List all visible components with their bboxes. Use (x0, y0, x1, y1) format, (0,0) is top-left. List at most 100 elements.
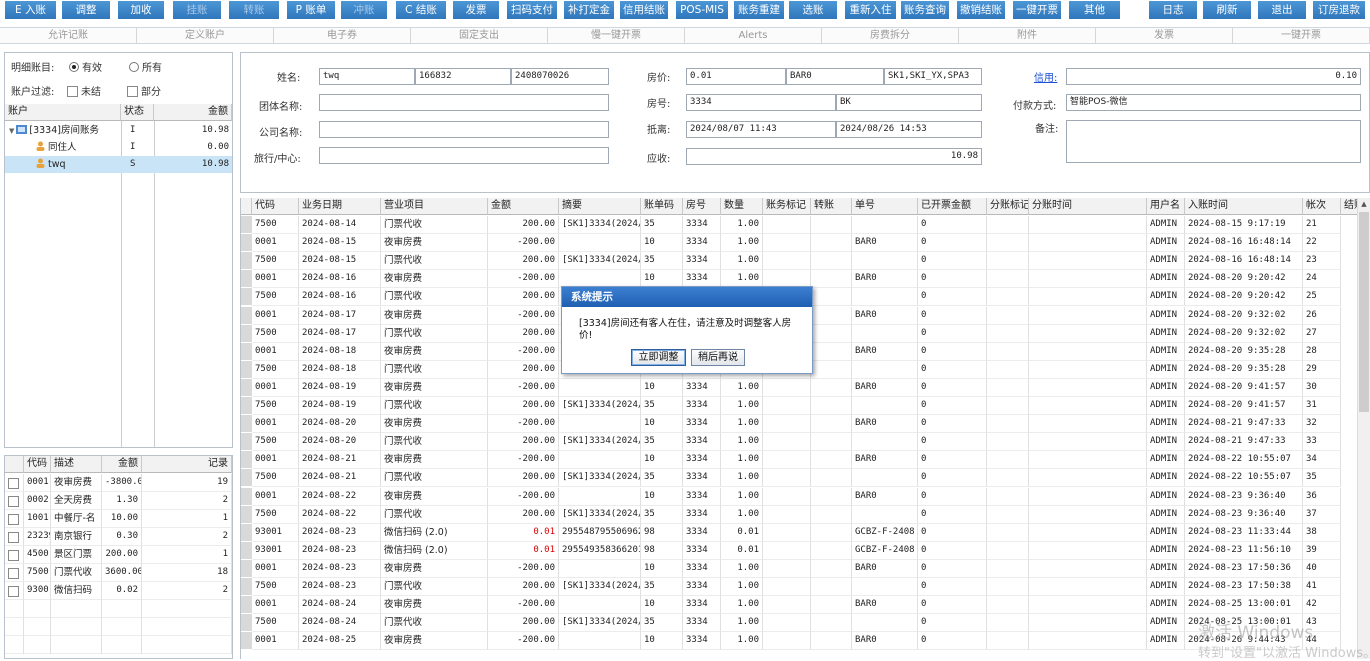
toolbar-button[interactable]: C 结账 (395, 0, 447, 20)
check-unsettled[interactable]: 未结 (67, 83, 101, 98)
tab-item[interactable]: 电子券 (274, 28, 411, 43)
row-selector[interactable] (241, 632, 252, 651)
row-selector[interactable] (241, 451, 252, 470)
row-selector[interactable] (241, 324, 252, 343)
toolbar-button[interactable]: 撤销结账 (956, 0, 1006, 20)
toolbar-button[interactable]: 订房退款 (1312, 0, 1366, 20)
grid-header[interactable]: 金额 (488, 198, 559, 215)
tab-item[interactable]: 允许记账 (0, 28, 137, 43)
toolbar-button[interactable]: 冲账 (340, 0, 388, 20)
grid-header[interactable]: 账单码 (641, 198, 683, 215)
row-checkbox[interactable] (5, 474, 24, 492)
toolbar-button[interactable]: 发票 (452, 0, 500, 20)
row-selector[interactable] (241, 578, 252, 596)
row-checkbox[interactable] (5, 582, 24, 600)
row-selector[interactable] (241, 559, 252, 578)
toolbar-button[interactable]: E 入账 (4, 0, 57, 20)
depart-field[interactable]: 2024/08/26 14:53 (836, 121, 982, 138)
name-field[interactable]: twq (319, 68, 415, 85)
tab-item[interactable]: Alerts (685, 28, 822, 43)
toolbar-button[interactable]: 扫码支付 (506, 0, 558, 20)
toolbar-button[interactable]: 重新入住 (844, 0, 897, 20)
row-selector[interactable] (241, 596, 252, 615)
later-button[interactable]: 稍后再说 (691, 349, 745, 366)
row-selector[interactable] (241, 487, 252, 506)
row-checkbox[interactable] (5, 564, 24, 582)
grid-header[interactable]: 房号 (683, 198, 721, 215)
toolbar-button[interactable]: 账务重建 (733, 0, 785, 20)
toolbar-button[interactable]: 账务查询 (900, 0, 950, 20)
toolbar-button[interactable]: 退出 (1257, 0, 1307, 20)
grid-header[interactable]: 转账 (811, 198, 852, 215)
adjust-now-button[interactable]: 立即调整 (631, 349, 686, 366)
row-selector[interactable] (241, 523, 252, 542)
grid-header[interactable]: 结账 (1341, 198, 1357, 215)
credit-link[interactable]: 信用: (1034, 69, 1057, 84)
account-tree-item[interactable]: 同住人 (5, 139, 121, 157)
row-checkbox[interactable] (5, 492, 24, 510)
scroll-thumb[interactable] (1359, 212, 1369, 412)
row-selector[interactable] (241, 360, 252, 379)
row-selector[interactable] (241, 614, 252, 633)
tab-item[interactable]: 附件 (959, 28, 1096, 43)
grid-header[interactable]: 帐次 (1303, 198, 1341, 215)
row-checkbox[interactable] (5, 510, 24, 528)
row-selector[interactable] (241, 252, 252, 271)
scroll-up-arrow-icon[interactable]: ▲ (1358, 198, 1370, 211)
tab-item[interactable]: 固定支出 (411, 28, 548, 43)
grid-header[interactable]: 分账标记 (987, 198, 1029, 215)
grid-header[interactable]: 数量 (721, 198, 763, 215)
row-selector[interactable] (241, 397, 252, 415)
row-selector[interactable] (241, 415, 252, 434)
row-checkbox[interactable] (5, 528, 24, 546)
row-selector[interactable] (241, 270, 252, 289)
row-selector[interactable] (241, 342, 252, 361)
toolbar-button[interactable]: 其他 (1068, 0, 1121, 20)
remark-field[interactable] (1066, 120, 1361, 163)
grid-header[interactable]: 入账时间 (1185, 198, 1303, 215)
row-checkbox[interactable] (5, 546, 24, 564)
expand-arrow-icon[interactable]: ▼ (9, 127, 14, 135)
toolbar-button[interactable]: 挂账 (172, 0, 222, 20)
toolbar-button[interactable]: P 账单 (286, 0, 336, 20)
radio-all[interactable]: 所有 (129, 59, 162, 74)
company-field[interactable] (319, 121, 609, 138)
row-selector[interactable] (241, 216, 252, 234)
grid-header[interactable]: 单号 (852, 198, 918, 215)
tab-item[interactable]: 发票 (1096, 28, 1233, 43)
row-selector[interactable] (241, 306, 252, 325)
grid-header[interactable]: 代码 (252, 198, 299, 215)
toolbar-button[interactable]: 信用结账 (619, 0, 669, 20)
toolbar-button[interactable]: 调整 (61, 0, 111, 20)
name-no-field[interactable]: 2408070026 (511, 68, 609, 85)
room-field[interactable]: 3334 (686, 94, 836, 111)
account-tree-item[interactable]: ▼ [3334]房间账务 (5, 122, 121, 140)
grid-header[interactable]: 账务标记 (763, 198, 811, 215)
toolbar-button[interactable]: 转账 (228, 0, 280, 20)
rate-field[interactable]: 0.01 (686, 68, 786, 85)
tab-item[interactable]: 房费拆分 (822, 28, 959, 43)
account-tree-item[interactable]: twq (5, 156, 121, 174)
arrive-field[interactable]: 2024/08/07 11:43 (686, 121, 836, 138)
room-type-field[interactable]: BK (836, 94, 982, 111)
toolbar-button[interactable]: 一键开票 (1012, 0, 1062, 20)
toolbar-button[interactable]: 日志 (1148, 0, 1198, 20)
row-selector[interactable] (241, 469, 252, 488)
row-selector[interactable] (241, 541, 252, 560)
grid-scrollbar[interactable]: ▲ (1357, 198, 1370, 659)
toolbar-button[interactable]: 刷新 (1202, 0, 1252, 20)
row-selector[interactable] (241, 433, 252, 452)
name-id-field[interactable]: 166832 (415, 68, 511, 85)
agency-field[interactable] (319, 147, 609, 164)
tab-item[interactable]: 一键开票 (1233, 28, 1370, 43)
row-selector[interactable] (241, 378, 252, 397)
grid-header[interactable]: 已开票金额 (918, 198, 987, 215)
grid-header[interactable]: 分账时间 (1029, 198, 1147, 215)
toolbar-button[interactable]: 选账 (788, 0, 838, 20)
grid-header[interactable]: 用户名 (1147, 198, 1185, 215)
check-partial[interactable]: 部分 (127, 83, 161, 98)
toolbar-button[interactable]: 补打定金 (563, 0, 615, 20)
pay-field[interactable]: 智能POS-微信 (1066, 94, 1361, 111)
tab-item[interactable]: 定义账户 (137, 28, 274, 43)
tab-item[interactable]: 慢一键开票 (548, 28, 685, 43)
